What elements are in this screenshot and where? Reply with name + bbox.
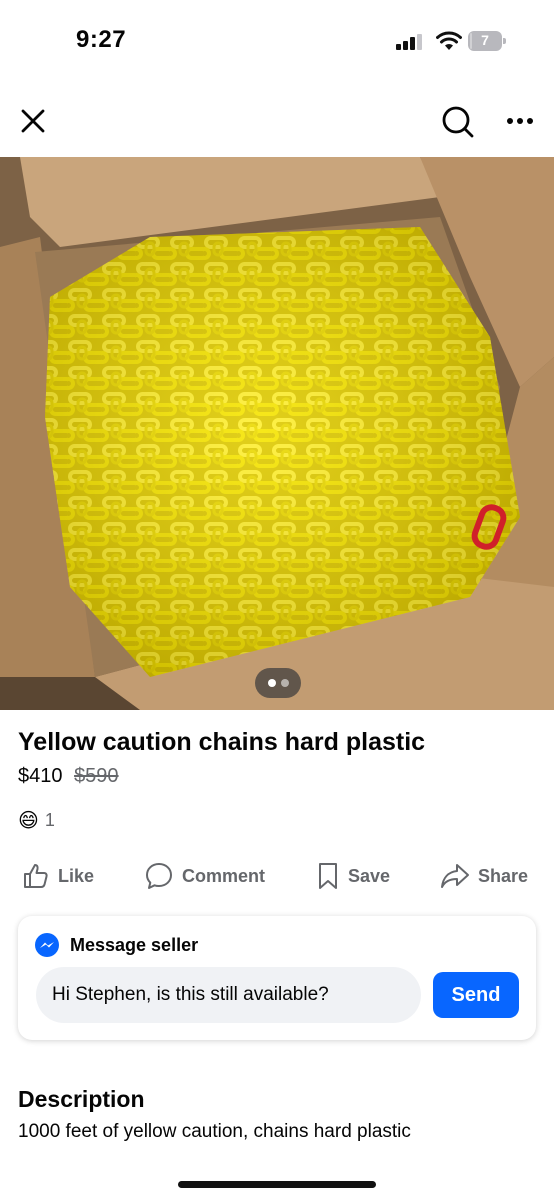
bookmark-icon bbox=[319, 863, 337, 889]
photo-pager[interactable] bbox=[255, 668, 301, 698]
haha-reaction-icon: 😄 bbox=[18, 809, 39, 832]
pager-dot-active bbox=[267, 679, 276, 687]
listing-price: $410 bbox=[18, 765, 63, 787]
description-heading: Description bbox=[18, 1086, 145, 1112]
description-text: 1000 feet of yellow caution, chains hard… bbox=[18, 1121, 411, 1142]
original-price: $590 bbox=[74, 765, 119, 787]
search-icon bbox=[442, 106, 474, 138]
reaction-count: 1 bbox=[44, 809, 55, 830]
comment-icon bbox=[146, 863, 172, 889]
wifi-icon bbox=[436, 31, 462, 50]
send-button[interactable]: Send bbox=[433, 972, 519, 1018]
battery-level: 7 bbox=[481, 32, 489, 48]
messenger-icon bbox=[35, 933, 59, 957]
search-button[interactable] bbox=[438, 102, 478, 142]
share-icon bbox=[441, 864, 469, 888]
listing-photo[interactable] bbox=[0, 157, 554, 710]
status-time: 9:27 bbox=[76, 26, 127, 53]
battery-icon: 7 bbox=[468, 31, 506, 51]
save-label: Save bbox=[348, 865, 391, 886]
message-seller-card: Message seller Send bbox=[18, 916, 536, 1040]
price-row: $410 $590 bbox=[18, 765, 119, 788]
thumbs-up-icon bbox=[24, 864, 48, 888]
reactions-summary[interactable]: 😄 1 bbox=[18, 808, 55, 832]
comment-button[interactable]: Comment bbox=[144, 856, 265, 896]
top-nav bbox=[0, 90, 554, 150]
message-seller-label: Message seller bbox=[70, 934, 199, 955]
more-options-button[interactable] bbox=[500, 106, 540, 136]
close-icon bbox=[21, 109, 45, 133]
share-label: Share bbox=[478, 865, 529, 886]
like-label: Like bbox=[58, 865, 95, 886]
close-button[interactable] bbox=[16, 104, 50, 138]
message-seller-header: Message seller bbox=[34, 932, 198, 958]
status-bar: 9:27 7 bbox=[0, 0, 554, 80]
listing-title: Yellow caution chains hard plastic bbox=[18, 728, 426, 756]
home-indicator[interactable] bbox=[178, 1181, 376, 1188]
chain-box-image bbox=[0, 157, 554, 710]
pager-dot bbox=[280, 679, 289, 687]
message-input[interactable] bbox=[36, 967, 421, 1023]
action-bar: Like Comment Save Share bbox=[0, 856, 554, 896]
more-horizontal-icon bbox=[507, 118, 533, 124]
cellular-signal-icon bbox=[396, 34, 422, 50]
comment-label: Comment bbox=[182, 865, 266, 886]
share-button[interactable]: Share bbox=[440, 856, 528, 896]
save-button[interactable]: Save bbox=[316, 856, 390, 896]
like-button[interactable]: Like bbox=[22, 856, 94, 896]
